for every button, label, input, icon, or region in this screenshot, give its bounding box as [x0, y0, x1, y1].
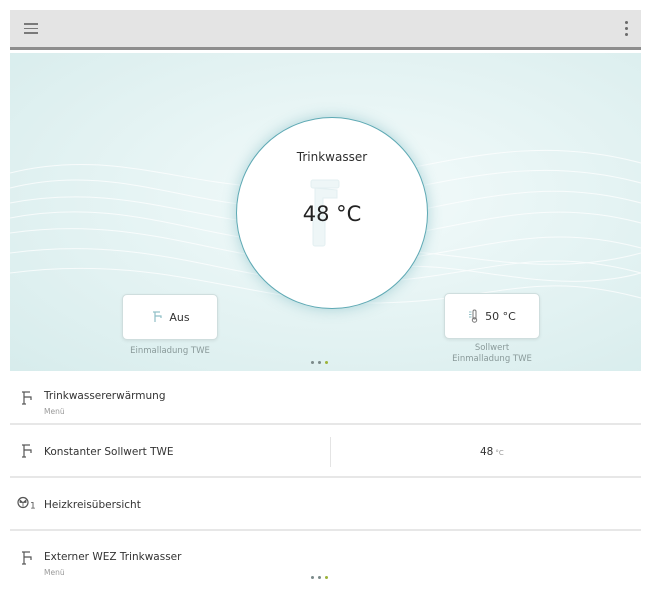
more-vertical-icon[interactable] — [623, 21, 629, 39]
dial-title: Trinkwasser — [296, 150, 368, 164]
top-app-bar — [10, 10, 641, 50]
page-dot — [311, 576, 314, 579]
page-dot-active — [325, 361, 328, 364]
circuit-index: 1 — [30, 501, 36, 511]
faucet-icon — [150, 310, 164, 324]
setpoint-readout: 48 °C — [480, 446, 504, 458]
menu-list: Trinkwassererwärmung Menü Konstanter Sol… — [10, 372, 641, 585]
page-dot-active — [325, 576, 328, 579]
setpoint-readout-unit: °C — [495, 449, 504, 457]
list-item-heizkreisuebersicht[interactable]: 1 Heizkreisübersicht — [10, 478, 641, 531]
hamburger-menu-icon[interactable] — [24, 23, 38, 35]
list-page-indicator[interactable] — [311, 576, 328, 579]
single-charge-toggle-button[interactable]: Aus — [122, 294, 218, 340]
single-charge-caption: Einmalladung TWE — [130, 346, 210, 356]
page-dot — [311, 361, 314, 364]
list-item-label: Externer WEZ Trinkwasser — [44, 551, 182, 563]
thermometer-icon — [468, 309, 480, 323]
page-dot — [318, 361, 321, 364]
list-item-konstanter-sollwert[interactable]: Konstanter Sollwert TWE 48 °C — [10, 425, 641, 478]
list-item-sublabel: Menü — [44, 568, 65, 577]
faucet-icon — [19, 550, 35, 566]
list-item-label: Konstanter Sollwert TWE — [44, 446, 174, 458]
list-item-trinkwassererwaermung[interactable]: Trinkwassererwärmung Menü — [10, 372, 641, 425]
setpoint-readout-value: 48 — [480, 446, 494, 458]
list-item-sublabel: Menü — [44, 407, 65, 416]
list-item-label: Heizkreisübersicht — [44, 499, 141, 511]
dial-temperature-value: 48 °C — [302, 202, 362, 226]
hero-page-indicator[interactable] — [311, 361, 328, 364]
temperature-dial[interactable]: Trinkwasser 48 °C — [236, 117, 428, 309]
pump-circuit-icon: 1 — [17, 496, 36, 511]
setpoint-caption: Sollwert Einmalladung TWE — [425, 343, 559, 365]
list-item-label: Trinkwassererwärmung — [44, 390, 166, 402]
setpoint-caption-line2: Einmalladung TWE — [452, 354, 532, 364]
divider — [330, 437, 331, 467]
faucet-icon — [19, 390, 35, 406]
single-charge-state: Aus — [169, 310, 190, 324]
page-dot — [318, 576, 321, 579]
setpoint-value: 50 °C — [485, 309, 516, 323]
hero-panel: Trinkwasser 48 °C Aus Einmalladung TWE 5… — [10, 53, 641, 371]
setpoint-caption-line1: Sollwert — [474, 343, 510, 353]
setpoint-button[interactable]: 50 °C — [444, 293, 540, 339]
faucet-icon — [19, 443, 35, 459]
